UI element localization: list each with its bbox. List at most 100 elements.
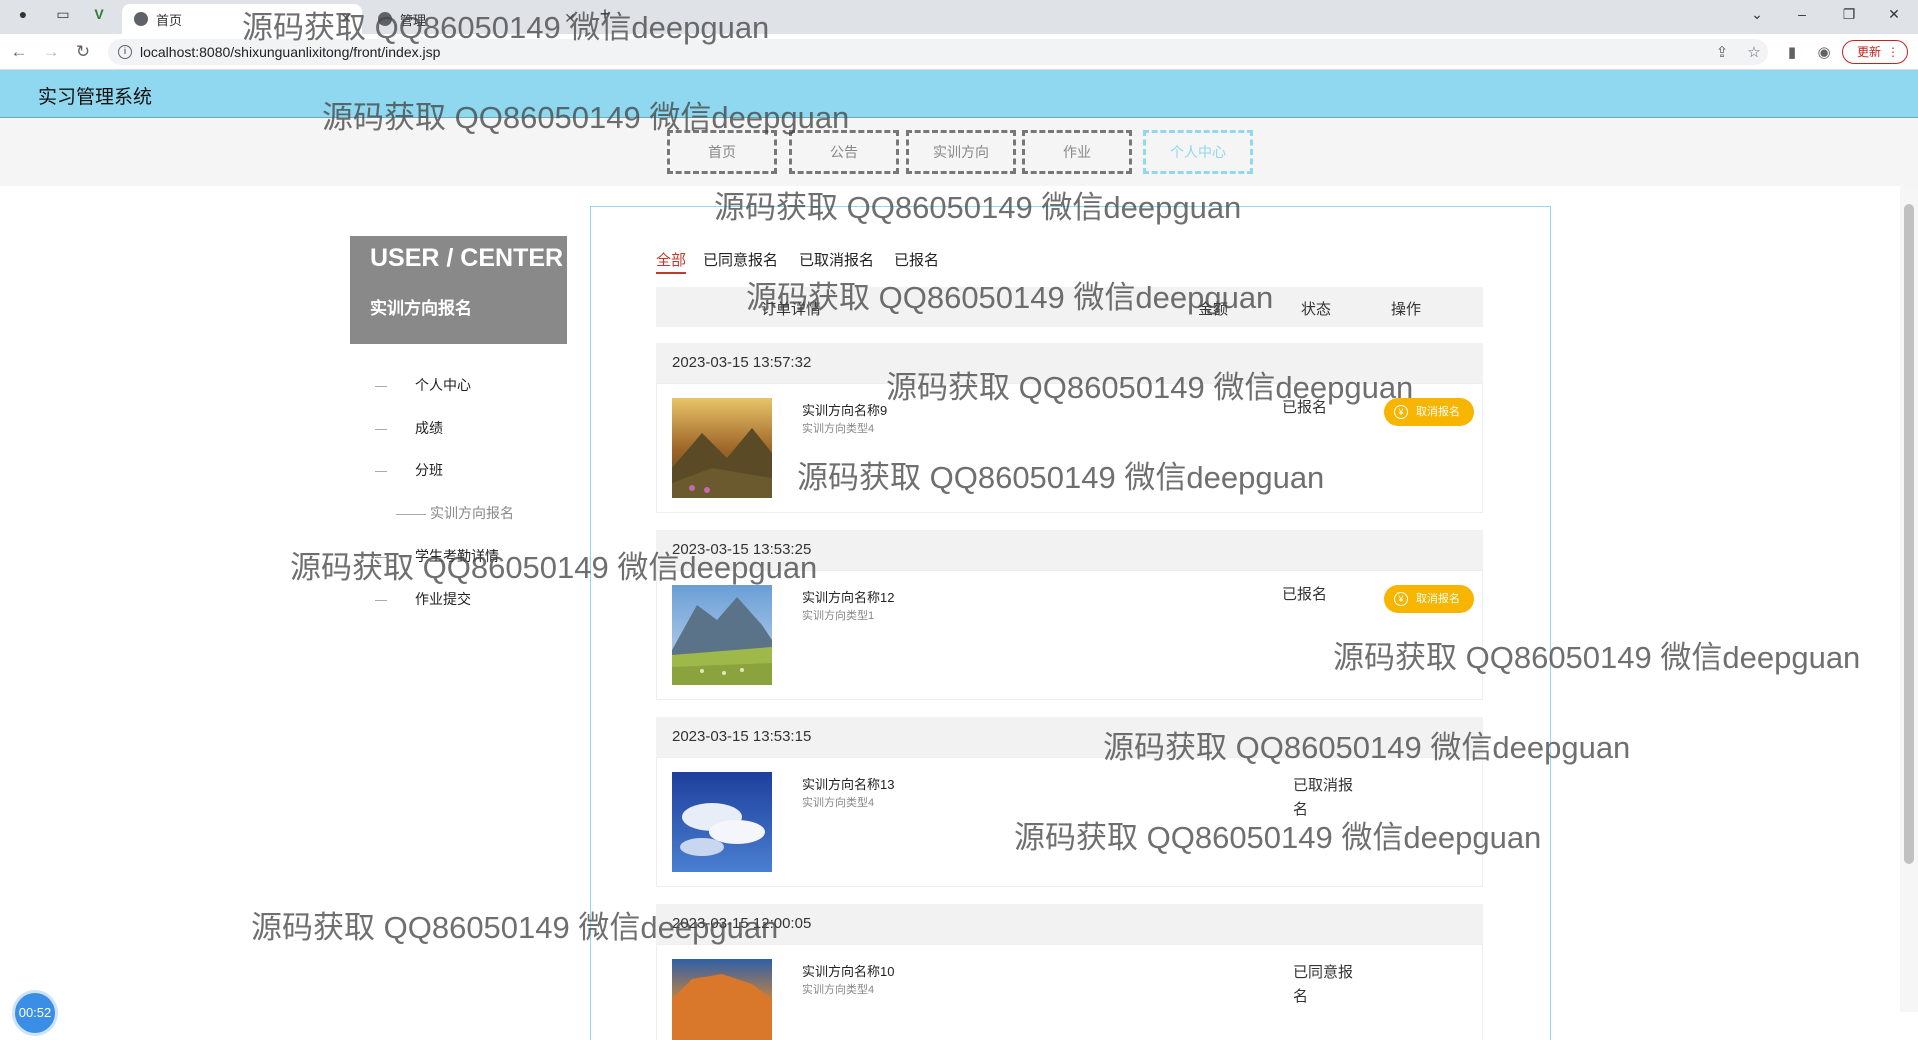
order-name: 实训方向名称12 xyxy=(802,590,895,605)
order-thumbnail[interactable] xyxy=(672,398,772,498)
order-status: 已同意报名 xyxy=(1293,964,1354,1005)
user-center-title: USER / CENTER xyxy=(370,244,564,272)
sidebar-item-label: 作业提交 xyxy=(415,591,471,607)
order-body: 实训方向名称10 实训方向类型4 已同意报名 xyxy=(656,944,1483,1040)
filter-tab-approved[interactable]: 已同意报名 xyxy=(703,249,778,270)
nav-direction[interactable]: 实训方向 xyxy=(906,130,1016,174)
url-text: localhost:8080/shixunguanlixitong/front/… xyxy=(140,44,441,60)
cancel-signup-button[interactable]: ¥ 取消报名 xyxy=(1384,398,1474,426)
order-time: 2023-03-15 12:00:05 xyxy=(656,904,1483,944)
sidebar-item-label: 分班 xyxy=(415,462,443,478)
star-icon[interactable]: ☆ xyxy=(1744,43,1764,61)
order-name: 实训方向名称9 xyxy=(802,403,888,418)
tab-title: 管理 xyxy=(400,12,427,28)
order-type: 实训方向类型4 xyxy=(802,984,875,996)
dash-icon xyxy=(375,556,387,558)
cancel-signup-button[interactable]: ¥ 取消报名 xyxy=(1384,585,1474,613)
address-bar-row: ← → ↻ i localhost:8080/shixunguanlixiton… xyxy=(0,34,1918,70)
close-icon[interactable]: ✕ xyxy=(340,10,352,27)
tab-title: 首页 xyxy=(156,12,183,28)
restore-icon[interactable]: ❐ xyxy=(1834,6,1864,23)
filter-tab-signed-up[interactable]: 已报名 xyxy=(894,249,939,270)
orders-panel: 全部 已同意报名 已取消报名 已报名 订单详情 金额 状态 操作 2023-03… xyxy=(590,206,1551,1040)
yen-icon: ¥ xyxy=(1394,405,1408,419)
scrollbar-thumb[interactable] xyxy=(1904,204,1914,864)
order-name: 实训方向名称10 xyxy=(802,964,895,979)
order-card: 2023-03-15 13:53:15 实训方向名称13 实训方向类型4 已取消… xyxy=(656,717,1483,887)
nav-homework[interactable]: 作业 xyxy=(1022,130,1132,174)
more-icon[interactable]: ⋮ xyxy=(1887,41,1899,63)
header-status: 状态 xyxy=(1301,301,1332,318)
cancel-label: 取消报名 xyxy=(1416,406,1460,418)
update-button[interactable]: 更新 ⋮ xyxy=(1842,40,1908,64)
order-time: 2023-03-15 13:53:15 xyxy=(656,717,1483,757)
order-thumbnail[interactable] xyxy=(672,959,772,1040)
order-name: 实训方向名称13 xyxy=(802,777,895,792)
browser-tab-admin[interactable]: 管理 ✕ xyxy=(366,4,586,34)
order-type: 实训方向类型4 xyxy=(802,797,875,809)
order-card: 2023-03-15 13:53:25 实训方向名称12 实训方向类型1 已报名… xyxy=(656,530,1483,700)
nav-home[interactable]: 首页 xyxy=(667,130,777,174)
header-detail: 订单详情 xyxy=(761,301,822,318)
order-card: 2023-03-15 12:00:05 实训方向名称10 实训方向类型4 已同意… xyxy=(656,904,1483,1040)
order-body: 实训方向名称13 实训方向类型4 已取消报名 xyxy=(656,757,1483,887)
sidebar-item-attendance[interactable]: 学生考勤详情 xyxy=(375,546,499,566)
sidepanel-icon[interactable]: ▮ xyxy=(1782,43,1802,61)
new-tab-icon[interactable]: + xyxy=(590,4,620,25)
cancel-label: 取消报名 xyxy=(1416,593,1460,605)
header-action: 操作 xyxy=(1391,301,1422,318)
sidebar-item-label: 个人中心 xyxy=(415,377,471,393)
order-time: 2023-03-15 13:53:25 xyxy=(656,530,1483,570)
dash-icon xyxy=(375,470,387,472)
order-status: 已取消报名 xyxy=(1293,777,1354,818)
table-header: 订单详情 金额 状态 操作 xyxy=(656,287,1483,327)
globe-icon xyxy=(378,12,392,26)
sidebar-item-grades[interactable]: 成绩 xyxy=(375,418,443,438)
profile-icon[interactable]: ◉ xyxy=(1814,43,1834,61)
site-header: 实习管理系统 xyxy=(0,70,1918,118)
dash-icon xyxy=(375,385,387,387)
url-input[interactable]: i localhost:8080/shixunguanlixitong/fron… xyxy=(108,39,1768,65)
update-label: 更新 xyxy=(1857,45,1882,59)
filter-tab-all[interactable]: 全部 xyxy=(656,249,687,274)
globe-icon xyxy=(134,12,148,26)
close-icon[interactable]: ✕ xyxy=(564,10,576,27)
nav-user-center[interactable]: 个人中心 xyxy=(1143,130,1253,174)
info-icon[interactable]: i xyxy=(118,45,132,59)
order-thumbnail[interactable] xyxy=(672,772,772,872)
user-center-box: USER / CENTER 实训方向报名 xyxy=(350,236,567,344)
vue-icon[interactable]: V xyxy=(84,6,114,22)
yen-icon: ¥ xyxy=(1394,592,1408,606)
order-thumbnail[interactable] xyxy=(672,585,772,685)
filter-tab-cancelled[interactable]: 已取消报名 xyxy=(799,249,874,270)
order-card: 2023-03-15 13:57:32 实训方向名称9 实训方向类型4 已报名 … xyxy=(656,343,1483,513)
order-body: 实训方向名称12 实训方向类型1 已报名 ¥ 取消报名 xyxy=(656,570,1483,700)
back-icon[interactable]: ← xyxy=(8,42,30,62)
chevron-down-icon[interactable]: ⌄ xyxy=(1742,6,1772,23)
sidebar-item-profile[interactable]: 个人中心 xyxy=(375,375,471,395)
close-window-icon[interactable]: ✕ xyxy=(1879,6,1909,23)
browser-menu-icon[interactable]: ● xyxy=(8,6,38,22)
reload-icon[interactable]: ↻ xyxy=(72,42,94,62)
order-time: 2023-03-15 13:57:32 xyxy=(656,343,1483,383)
order-type: 实训方向类型1 xyxy=(802,610,875,622)
dash-icon xyxy=(375,428,387,430)
sidebar-item-homework-submit[interactable]: 作业提交 xyxy=(375,589,471,609)
nav-notice[interactable]: 公告 xyxy=(789,130,899,174)
sidebar-item-class[interactable]: 分班 xyxy=(375,460,443,480)
browser-tab-home[interactable]: 首页 ✕ xyxy=(122,4,362,34)
tab-group-icon[interactable]: ▭ xyxy=(48,6,78,23)
screen-recorder-timer[interactable]: 00:52 xyxy=(12,990,58,1036)
page-scrollbar[interactable] xyxy=(1900,186,1918,1012)
sidebar-item-label: 学生考勤详情 xyxy=(415,548,499,564)
order-body: 实训方向名称9 实训方向类型4 已报名 ¥ 取消报名 xyxy=(656,383,1483,513)
share-icon[interactable]: ⇪ xyxy=(1712,43,1732,61)
dash-icon xyxy=(375,599,387,601)
forward-icon[interactable]: → xyxy=(40,42,62,62)
minimize-icon[interactable]: – xyxy=(1787,6,1817,22)
order-status: 已报名 xyxy=(1282,586,1328,603)
order-status: 已报名 xyxy=(1282,399,1328,416)
dash-icon xyxy=(396,513,426,515)
browser-tab-bar: ● ▭ V 首页 ✕ 管理 ✕ + ⌄ – ❐ ✕ xyxy=(0,0,1918,34)
sidebar-item-direction-signup[interactable]: 实训方向报名 xyxy=(396,503,514,523)
